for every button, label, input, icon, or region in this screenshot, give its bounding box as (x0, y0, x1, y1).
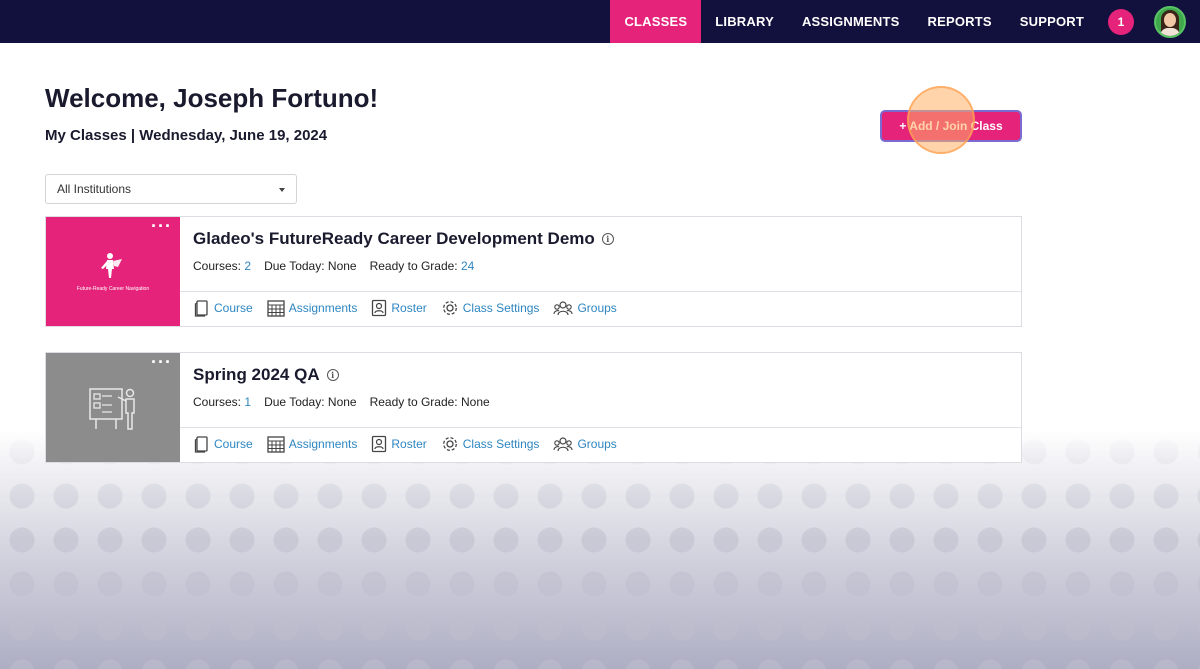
book-icon (194, 300, 208, 317)
nav-assignments[interactable]: ASSIGNMENTS (788, 0, 914, 43)
more-options-icon[interactable]: ··· (151, 217, 172, 235)
due-label: Due Today: (264, 259, 325, 273)
avatar-face (1164, 12, 1176, 27)
grade-label: Ready to Grade: (369, 395, 458, 409)
class-settings-link-label: Class Settings (462, 301, 540, 315)
info-icon[interactable]: i (601, 233, 614, 245)
courses-label: Courses: (193, 259, 242, 273)
info-icon[interactable]: i (326, 369, 339, 381)
gear-icon (442, 301, 457, 315)
due-label: Due Today: (264, 395, 325, 409)
ready-to-grade-stat: Ready to Grade: 24 (370, 259, 475, 273)
notification-badge[interactable]: 1 (1108, 8, 1134, 35)
avatar-body (1160, 27, 1180, 36)
calendar-icon (267, 436, 285, 453)
page-title: Welcome, Joseph Fortuno! (45, 83, 379, 113)
roster-link-label: Roster (391, 437, 427, 451)
card-divider (180, 291, 1021, 292)
assignments-link-label: Assignments (288, 301, 358, 315)
nav-reports[interactable]: REPORTS (914, 0, 1006, 43)
course-link[interactable]: Course (194, 435, 253, 453)
roster-link[interactable]: Roster (371, 299, 427, 317)
due-today-stat: Due Today: None (264, 395, 357, 409)
groups-link[interactable]: Groups (553, 299, 617, 317)
assignments-link-label: Assignments (288, 437, 358, 451)
ready-to-grade-value: None (461, 395, 490, 409)
class-meta: Courses: 2 Due Today: None Ready to Grad… (193, 259, 487, 273)
book-icon (194, 436, 208, 453)
courses-count-link[interactable]: 1 (244, 395, 251, 409)
class-thumbnail[interactable]: ··· (46, 353, 180, 462)
class-settings-link-label: Class Settings (462, 437, 540, 451)
groups-link-label: Groups (577, 301, 617, 315)
top-nav: CLASSES LIBRARY ASSIGNMENTS REPORTS SUPP… (0, 0, 1200, 43)
assignments-link[interactable]: Assignments (267, 435, 358, 453)
chevron-down-icon (279, 188, 285, 192)
due-today-stat: Due Today: None (264, 259, 357, 273)
class-settings-link[interactable]: Class Settings (441, 299, 540, 317)
gear-icon (442, 437, 457, 451)
class-title-text: Gladeo's FutureReady Career Development … (193, 229, 595, 248)
assignments-link[interactable]: Assignments (267, 299, 358, 317)
due-value: None (327, 395, 357, 409)
presentation-board-icon (89, 388, 135, 430)
roster-link-label: Roster (391, 301, 427, 315)
class-title[interactable]: Gladeo's FutureReady Career Development … (193, 229, 614, 249)
courses-stat: Courses: 1 (193, 395, 251, 409)
class-settings-link[interactable]: Class Settings (441, 435, 540, 453)
class-title[interactable]: Spring 2024 QA i (193, 365, 339, 385)
nav-library[interactable]: LIBRARY (701, 0, 788, 43)
course-link[interactable]: Course (194, 299, 253, 317)
calendar-icon (267, 300, 285, 317)
courses-stat: Courses: 2 (193, 259, 251, 273)
groups-icon (553, 437, 573, 452)
class-meta: Courses: 1 Due Today: None Ready to Grad… (193, 395, 503, 409)
roster-icon (372, 299, 387, 317)
groups-link[interactable]: Groups (553, 435, 617, 453)
due-value: None (327, 259, 357, 273)
superhero-icon (101, 253, 122, 278)
ready-to-grade-stat: Ready to Grade: None (370, 395, 490, 409)
card-divider (180, 427, 1021, 428)
class-card: ··· Future-Ready Career Navigation Glade… (45, 216, 1022, 327)
nav-support[interactable]: SUPPORT (1006, 0, 1098, 43)
grade-label: Ready to Grade: (369, 259, 458, 273)
background-dots (0, 430, 1200, 669)
groups-icon (553, 301, 573, 316)
class-card: ··· Spring 2024 QA i Courses: 1 Due Toda… (45, 352, 1022, 463)
class-thumbnail[interactable]: ··· Future-Ready Career Navigation (46, 217, 180, 326)
institution-select[interactable]: All Institutions (45, 174, 297, 204)
roster-icon (372, 435, 387, 453)
thumbnail-caption: Future-Ready Career Navigation (76, 286, 150, 292)
more-options-icon[interactable]: ··· (151, 353, 172, 371)
page-subtitle: My Classes | Wednesday, June 19, 2024 (45, 127, 328, 144)
courses-count-link[interactable]: 2 (244, 259, 251, 273)
class-actions: Course Assignments Roster Class Settings… (194, 297, 631, 319)
course-link-label: Course (214, 301, 253, 315)
add-join-class-button[interactable]: + Add / Join Class (880, 110, 1022, 142)
courses-label: Courses: (193, 395, 242, 409)
nav-classes[interactable]: CLASSES (610, 0, 702, 43)
class-actions: Course Assignments Roster Class Settings… (194, 433, 631, 455)
roster-link[interactable]: Roster (371, 435, 427, 453)
groups-link-label: Groups (577, 437, 617, 451)
institution-select-value: All Institutions (57, 182, 132, 196)
course-link-label: Course (214, 437, 253, 451)
ready-to-grade-link[interactable]: 24 (461, 259, 474, 273)
class-title-text: Spring 2024 QA (193, 365, 320, 384)
user-avatar[interactable] (1154, 5, 1186, 38)
